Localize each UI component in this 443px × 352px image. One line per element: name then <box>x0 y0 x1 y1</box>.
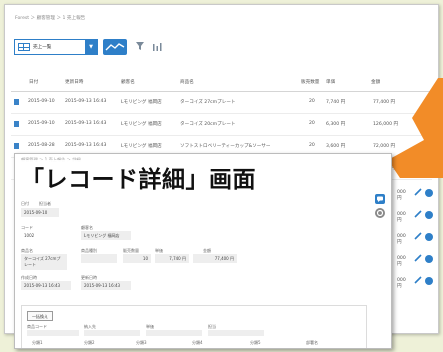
cell-updated: 2015-09-13 16:43 <box>65 143 107 148</box>
cell-qty: 20 <box>309 143 315 148</box>
comment-button[interactable] <box>375 194 385 204</box>
page-title-text: 「レコード詳細」画面 <box>21 167 256 193</box>
sub-cell[interactable] <box>27 330 79 336</box>
cell-customer: Lモリビング 福岡店 <box>121 122 162 127</box>
chevron-down-icon[interactable]: ▼ <box>85 40 97 54</box>
cell-price: 6,300 円 <box>326 122 346 127</box>
column-header-customer[interactable]: 顧客名 <box>121 79 135 85</box>
column-header-date[interactable]: 日付 <box>29 79 38 85</box>
column-header-amount[interactable]: 金額 <box>371 79 380 85</box>
cell-product: ソフトストロベリーティーカップ&ソーサー <box>180 144 271 149</box>
cell-amount: 000 円 <box>397 212 406 223</box>
created-value: 2015-09-13 16:43 <box>21 281 71 290</box>
cell-updated: 2015-09-13 16:43 <box>65 121 107 126</box>
qty-value: 10 <box>123 254 151 263</box>
view-selector[interactable]: 売上一覧 ▼ <box>14 39 98 55</box>
cell-customer: Lモリビング 福岡店 <box>121 100 162 105</box>
settings-button[interactable] <box>375 208 385 218</box>
info-icon[interactable] <box>425 233 433 241</box>
cell-qty: 20 <box>309 121 315 126</box>
pencil-icon[interactable] <box>414 232 422 240</box>
cell-product: ターコイズ 27cmプレート <box>180 100 236 105</box>
price-value: 7,740 円 <box>155 254 189 263</box>
filter-icon[interactable] <box>135 41 145 51</box>
cell-product: ターコイズ 20cmプレート <box>180 122 236 127</box>
pencil-icon[interactable] <box>414 276 422 284</box>
gear-icon <box>376 209 384 217</box>
cell-date: 2015-09-10 <box>28 99 55 104</box>
page-title: 「レコード詳細」画面 <box>15 160 262 194</box>
column-header-updated[interactable]: 更新日時 <box>65 79 83 85</box>
table-row[interactable]: 2015-09-10 2015-09-13 16:43 Lモリビング 福岡店 タ… <box>11 92 432 114</box>
bulk-replace-button[interactable]: 一括換え <box>27 311 53 321</box>
customer-value: Lモリビング 福岡店 <box>81 231 131 240</box>
breadcrumb: Forest ＞ 顧客管理 ＞ 1 売上報告 <box>15 16 86 21</box>
sub-header: 分類5 <box>250 340 261 345</box>
record-detail-window: 顧客管理 ＞ 1 売上報告 ＞ 詳細 「レコード詳細」画面 日付 担当者 201… <box>14 153 392 349</box>
amount-value: 77,400 円 <box>193 254 237 263</box>
updated-value: 2015-09-13 16:43 <box>81 281 131 290</box>
cell-amount: 000 円 <box>397 278 406 289</box>
sub-cell[interactable] <box>146 330 202 336</box>
sub-header: 分類2 <box>84 340 95 345</box>
cell-price: 3,600 円 <box>326 144 346 149</box>
document-icon[interactable] <box>14 99 19 105</box>
pencil-icon[interactable] <box>414 210 422 218</box>
document-icon[interactable] <box>14 121 19 127</box>
info-icon[interactable] <box>425 211 433 219</box>
column-header-product[interactable]: 商品名 <box>180 79 194 85</box>
orange-arrow-icon <box>390 78 443 178</box>
chat-icon <box>377 196 383 202</box>
view-selector-label: 売上一覧 <box>33 45 52 50</box>
info-icon[interactable] <box>425 189 433 197</box>
staff-label: 担当者 <box>39 201 51 206</box>
cell-date: 2015-08-28 <box>28 143 55 148</box>
column-header-price[interactable]: 単価 <box>326 79 335 85</box>
graph-view-button[interactable] <box>103 39 127 55</box>
line-chart-icon <box>105 43 125 51</box>
cell-updated: 2015-09-13 16:43 <box>65 99 107 104</box>
sub-header: 分類1 <box>32 340 43 345</box>
cell-amount: 000 円 <box>397 190 406 201</box>
code-value: 1002 <box>24 233 35 238</box>
sub-header: 分類3 <box>136 340 147 345</box>
sub-header: 分類4 <box>192 340 203 345</box>
table-row[interactable]: 2015-09-10 2015-09-13 16:43 Lモリビング 福岡店 タ… <box>11 114 432 136</box>
column-header-qty[interactable]: 販売数量 <box>301 79 319 85</box>
cell-amount: 000 円 <box>397 256 406 267</box>
table-icon <box>18 43 30 51</box>
pencil-icon[interactable] <box>414 188 422 196</box>
info-icon[interactable] <box>425 277 433 285</box>
document-icon[interactable] <box>14 143 19 149</box>
sub-cell[interactable] <box>208 330 264 336</box>
info-icon[interactable] <box>425 255 433 263</box>
product-type-value <box>81 254 117 263</box>
pencil-icon[interactable] <box>414 254 422 262</box>
cell-date: 2015-09-10 <box>28 121 55 126</box>
date-value: 2015-09-10 <box>21 208 59 217</box>
product-value: ターコイズ 27cmプレート <box>21 254 67 270</box>
sub-cell[interactable] <box>84 330 140 336</box>
bar-chart-icon[interactable] <box>152 42 162 51</box>
cell-customer: Lモリビング 福岡店 <box>121 144 162 149</box>
sub-header: 部署名 <box>306 340 318 345</box>
cell-qty: 20 <box>309 99 315 104</box>
date-label: 日付 <box>21 201 29 206</box>
cell-amount: 000 円 <box>397 234 406 245</box>
cell-price: 7,740 円 <box>326 100 346 105</box>
detail-subtable: 一括換え 商品コード 納入先 単価 担当 分類1 分類2 分類3 分類4 分類5… <box>21 305 367 348</box>
